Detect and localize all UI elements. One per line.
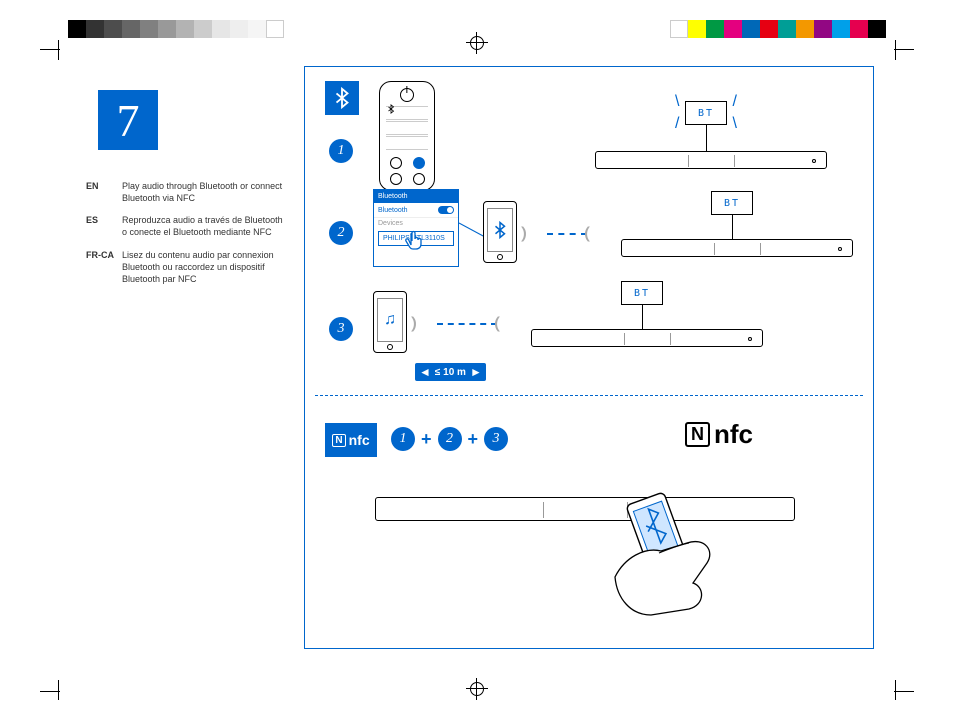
nfc-tap-illustration	[595, 487, 745, 622]
instruction-text: Reproduzca audio a través de Bluetooth o…	[122, 214, 286, 238]
smartphone-playing: ♫	[373, 291, 407, 353]
instruction-row: FR-CALisez du contenu audio par connexio…	[86, 249, 286, 285]
crop-mark	[58, 680, 59, 700]
distance-indicator: ◄ ≤ 10 m ►	[415, 363, 486, 381]
step-badge-2: 2	[329, 221, 353, 245]
bt-display: BT	[621, 281, 663, 305]
dashed-connection	[437, 323, 497, 325]
step-number-badge: 7	[98, 90, 158, 150]
language-code: EN	[86, 180, 122, 204]
signal-waves-icon: )))	[589, 225, 590, 243]
plus-icon: +	[421, 429, 432, 450]
power-icon	[400, 88, 414, 102]
diagram-panel: 1 BT \ / / \ 2	[304, 66, 874, 649]
bluetooth-icon	[491, 221, 509, 239]
remote-control	[379, 81, 435, 191]
crop-mark	[40, 49, 60, 50]
step-badge-3: 3	[484, 427, 508, 451]
step-badge-3: 3	[329, 317, 353, 341]
arrow-right-icon: ►	[470, 365, 482, 379]
crop-mark	[895, 680, 896, 700]
bluetooth-icon	[386, 104, 396, 114]
signal-waves-icon: )))	[521, 225, 522, 243]
instruction-row: ESReproduzca audio a través de Bluetooth…	[86, 214, 286, 238]
bluetooth-icon	[325, 81, 359, 115]
crop-mark	[58, 40, 59, 60]
crop-mark	[40, 691, 60, 692]
registration-mark	[466, 32, 488, 54]
smartphone	[483, 201, 517, 263]
signal-waves-icon: )))	[499, 315, 500, 333]
tap-hand-icon	[403, 231, 425, 255]
bluetooth-toggle-label: Bluetooth	[378, 207, 408, 214]
soundbar	[531, 329, 763, 347]
bluetooth-settings-dialog: Bluetooth Bluetooth Devices PHILIPS HTL3…	[373, 189, 459, 267]
crop-mark	[895, 40, 896, 60]
soundbar	[621, 239, 853, 257]
crop-mark	[894, 49, 914, 50]
nfc-step-sequence: 1 + 2 + 3	[391, 427, 508, 451]
bt-display-blinking: BT	[685, 101, 727, 125]
crop-mark	[894, 691, 914, 692]
device-row: PHILIPS HTL3110S	[378, 231, 454, 246]
nfc-logo: Nnfc	[685, 419, 753, 450]
dialog-title: Bluetooth	[374, 190, 458, 203]
print-colorbar-right	[670, 20, 886, 38]
instruction-text: Lisez du contenu audio par connexion Blu…	[122, 249, 286, 285]
arrow-left-icon: ◄	[419, 365, 431, 379]
print-colorbar-left	[68, 20, 284, 38]
bt-display: BT	[711, 191, 753, 215]
music-note-icon: ♫	[384, 311, 396, 329]
instruction-row: ENPlay audio through Bluetooth or connec…	[86, 180, 286, 204]
registration-mark	[466, 678, 488, 700]
dashed-connection	[547, 233, 587, 235]
plus-icon: +	[468, 429, 479, 450]
page-content: 7 ENPlay audio through Bluetooth or conn…	[68, 60, 886, 655]
section-divider	[315, 395, 863, 396]
instruction-text-column: ENPlay audio through Bluetooth or connec…	[86, 180, 286, 295]
language-code: FR-CA	[86, 249, 122, 285]
soundbar	[595, 151, 827, 169]
signal-waves-icon: )))	[411, 315, 412, 333]
step-badge-2: 2	[438, 427, 462, 451]
step-badge-1: 1	[391, 427, 415, 451]
nfc-chip-icon: Nnfc	[325, 423, 377, 457]
instruction-text: Play audio through Bluetooth or connect …	[122, 180, 286, 204]
devices-label: Devices	[374, 218, 458, 229]
toggle-on-icon	[438, 206, 454, 214]
bluetooth-button	[413, 157, 425, 169]
callout-line	[459, 223, 485, 249]
language-code: ES	[86, 214, 122, 238]
step-badge-1: 1	[329, 139, 353, 163]
